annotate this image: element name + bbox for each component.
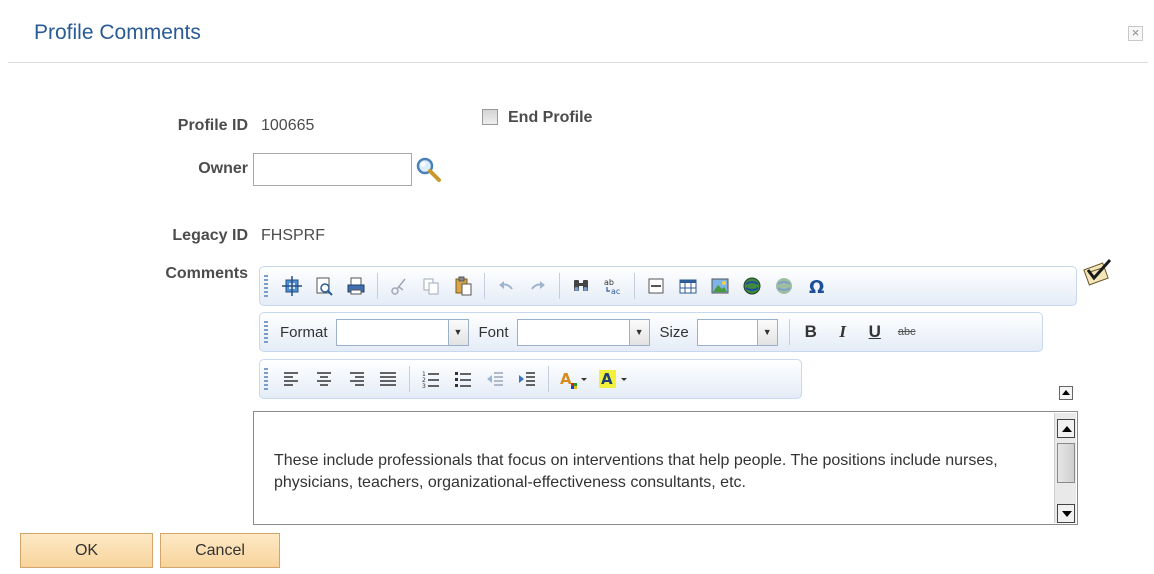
cancel-button[interactable]: Cancel <box>160 533 280 568</box>
end-profile-checkbox[interactable] <box>482 109 498 125</box>
svg-text:A: A <box>601 370 613 388</box>
font-dropdown[interactable]: ▼ <box>516 318 650 346</box>
chevron-down-icon: ▼ <box>756 319 777 345</box>
bold-button[interactable]: B <box>798 319 824 345</box>
paste-icon[interactable] <box>450 273 476 299</box>
scroll-up-button[interactable] <box>1057 419 1075 438</box>
ok-button[interactable]: OK <box>20 533 153 568</box>
align-right-icon[interactable] <box>343 366 369 392</box>
indent-icon[interactable] <box>514 366 540 392</box>
undo-icon[interactable] <box>493 273 519 299</box>
unlink-icon[interactable] <box>771 273 797 299</box>
editor-scrollbar[interactable] <box>1054 413 1076 523</box>
svg-text:3: 3 <box>422 383 426 388</box>
align-center-icon[interactable] <box>311 366 337 392</box>
svg-text:ac: ac <box>611 287 620 296</box>
toolbar-grip <box>264 321 268 343</box>
owner-label: Owner <box>198 160 248 177</box>
svg-text:A: A <box>560 370 572 388</box>
collapse-toolbar-button[interactable] <box>1059 386 1073 400</box>
title-divider <box>8 62 1148 63</box>
italic-button[interactable]: I <box>830 319 856 345</box>
format-dropdown[interactable]: ▼ <box>335 318 469 346</box>
comments-text[interactable]: These include professionals that focus o… <box>274 450 1059 494</box>
scroll-down-button[interactable] <box>1057 504 1075 523</box>
toolbar-grip <box>264 275 268 297</box>
print-icon[interactable] <box>343 273 369 299</box>
comments-label: Comments <box>165 265 248 282</box>
replace-icon[interactable]: ab ac <box>600 273 626 299</box>
outdent-icon[interactable] <box>482 366 508 392</box>
cut-icon[interactable] <box>386 273 412 299</box>
format-label: Format <box>280 323 328 341</box>
scroll-thumb[interactable] <box>1057 443 1075 483</box>
align-left-icon[interactable] <box>279 366 305 392</box>
editor-toolbar-row-1: ab ac Ω <box>259 266 1077 306</box>
source-icon[interactable] <box>279 273 305 299</box>
comments-editor[interactable]: These include professionals that focus o… <box>253 411 1078 525</box>
toolbar-grip <box>264 368 268 390</box>
horizontal-rule-icon[interactable] <box>643 273 669 299</box>
background-color-button[interactable]: A <box>597 366 631 392</box>
legacy-id-label: Legacy ID <box>172 227 248 244</box>
find-icon[interactable] <box>568 273 594 299</box>
text-color-button[interactable]: A <box>557 366 591 392</box>
table-icon[interactable] <box>675 273 701 299</box>
editor-toolbar-row-2: Format ▼ Font ▼ Size ▼ B I U abc <box>259 312 1043 352</box>
end-profile-label: End Profile <box>508 109 593 126</box>
copy-icon[interactable] <box>418 273 444 299</box>
font-label: Font <box>478 323 509 341</box>
image-icon[interactable] <box>707 273 733 299</box>
dialog-title: Profile Comments <box>34 21 201 44</box>
profile-id-label: Profile ID <box>177 117 248 134</box>
lookup-search-icon[interactable] <box>415 156 443 184</box>
preview-icon[interactable] <box>311 273 337 299</box>
link-icon[interactable] <box>739 273 765 299</box>
profile-id-value: 100665 <box>261 117 315 134</box>
spellcheck-icon[interactable] <box>1080 258 1114 286</box>
size-dropdown[interactable]: ▼ <box>696 318 778 346</box>
owner-input[interactable] <box>253 153 412 186</box>
underline-button[interactable]: U <box>862 319 888 345</box>
close-button[interactable]: × <box>1128 26 1143 41</box>
special-character-icon[interactable]: Ω <box>803 273 829 299</box>
chevron-down-icon: ▼ <box>447 319 468 345</box>
numbered-list-icon[interactable]: 123 <box>418 366 444 392</box>
redo-icon[interactable] <box>525 273 551 299</box>
align-justify-icon[interactable] <box>375 366 401 392</box>
bulleted-list-icon[interactable] <box>450 366 476 392</box>
strikethrough-button[interactable]: abc <box>894 319 920 345</box>
size-label: Size <box>659 323 689 341</box>
legacy-id-value: FHSPRF <box>261 227 325 244</box>
editor-toolbar-row-3: 123 A A <box>259 359 802 399</box>
svg-text:Ω: Ω <box>809 277 824 296</box>
chevron-down-icon: ▼ <box>628 319 649 345</box>
svg-text:ab: ab <box>604 278 614 287</box>
